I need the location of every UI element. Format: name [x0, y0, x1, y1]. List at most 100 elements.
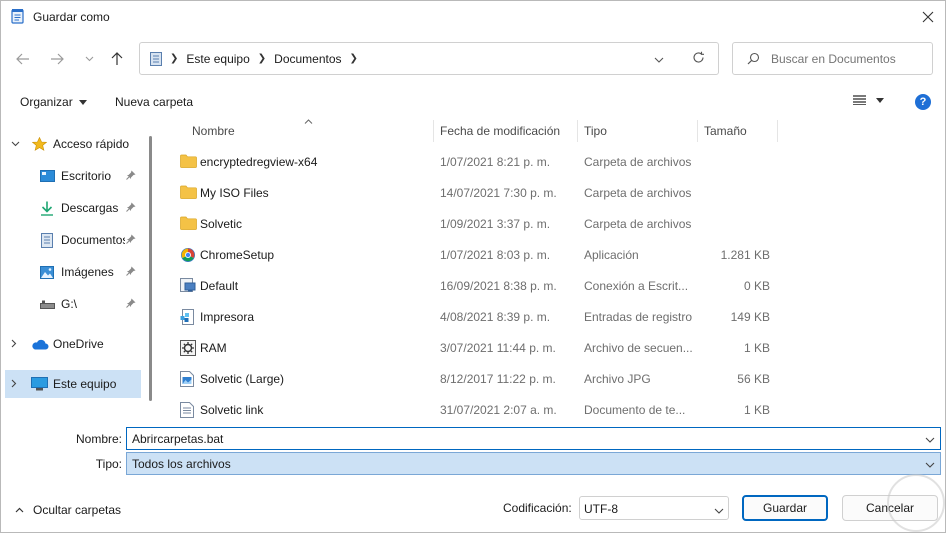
- file-name: Solvetic (Large): [200, 372, 285, 386]
- file-type-select[interactable]: Todos los archivos: [126, 452, 941, 475]
- file-name-field[interactable]: Abrircarpetas.bat: [126, 427, 941, 450]
- column-header-date[interactable]: Fecha de modificación: [440, 118, 560, 144]
- nav-item-escritorio[interactable]: Escritorio: [1, 162, 143, 190]
- chevron-down-icon[interactable]: [11, 139, 20, 149]
- file-type: Documento de te...: [584, 403, 686, 417]
- breadcrumb-chevron-icon[interactable]: ❯: [256, 53, 268, 64]
- breadcrumb: ❯ Este equipo ❯ Documentos ❯: [150, 43, 360, 74]
- help-button[interactable]: ?: [915, 94, 931, 110]
- file-row[interactable]: encryptedregview-x64 1/07/2021 8:21 p. m…: [173, 147, 945, 178]
- file-row[interactable]: ChromeSetup 1/07/2021 8:03 p. m. Aplicac…: [173, 240, 945, 271]
- pin-icon: [126, 234, 136, 247]
- chevron-down-icon[interactable]: [925, 457, 935, 471]
- encoding-select[interactable]: UTF-8: [579, 496, 729, 520]
- nav-pane-scrollbar[interactable]: [149, 136, 152, 401]
- recent-locations-button[interactable]: [78, 48, 100, 70]
- star-icon: [32, 137, 47, 151]
- file-row[interactable]: Solvetic link 31/07/2021 2:07 a. m. Docu…: [173, 395, 945, 426]
- folder-icon: [180, 185, 197, 201]
- search-box[interactable]: [732, 42, 933, 75]
- folder-icon: [180, 216, 197, 232]
- file-size: 0 KB: [743, 279, 770, 293]
- column-header-size[interactable]: Tamaño: [704, 118, 747, 144]
- breadcrumb-documentos[interactable]: Documentos: [268, 52, 347, 66]
- file-name: RAM: [200, 341, 227, 355]
- file-type: Carpeta de archivos: [584, 155, 692, 169]
- nav-item-imagenes[interactable]: Imágenes: [1, 258, 143, 286]
- file-row[interactable]: RAM 3/07/2021 11:44 p. m. Archivo de sec…: [173, 333, 945, 364]
- up-button[interactable]: [106, 48, 128, 70]
- chevron-down-icon[interactable]: [925, 432, 935, 446]
- file-type: Aplicación: [584, 248, 639, 262]
- chevron-right-icon[interactable]: [11, 339, 17, 350]
- forward-button[interactable]: [46, 48, 68, 70]
- caret-down-icon: [78, 99, 87, 105]
- pin-icon: [126, 298, 136, 311]
- sort-ascending-icon: [304, 116, 313, 126]
- file-type: Archivo de secuen...: [584, 341, 693, 355]
- file-row[interactable]: Solvetic (Large) 8/12/2017 11:22 p. m. A…: [173, 364, 945, 395]
- title-bar: Guardar como: [1, 1, 945, 32]
- file-type: Carpeta de archivos: [584, 217, 692, 231]
- nav-item-acceso-rapido[interactable]: Acceso rápido: [1, 130, 143, 158]
- desktop-icon: [40, 170, 55, 182]
- breadcrumb-chevron-icon[interactable]: ❯: [162, 53, 180, 64]
- nav-item-documentos[interactable]: Documentos: [1, 226, 143, 254]
- close-icon: [922, 11, 934, 23]
- file-row[interactable]: Impresora 4/08/2021 8:39 p. m. Entradas …: [173, 302, 945, 333]
- view-options-button[interactable]: [853, 95, 884, 105]
- file-type: Archivo JPG: [584, 372, 651, 386]
- nav-item-g-drive[interactable]: G:\: [1, 290, 143, 318]
- close-button[interactable]: [913, 4, 943, 30]
- file-size: 56 KB: [737, 372, 770, 386]
- file-type: Entradas de registro: [584, 310, 693, 324]
- text-file-icon: [180, 402, 197, 418]
- computer-icon: [31, 377, 48, 391]
- new-folder-label: Nueva carpeta: [115, 95, 194, 109]
- file-row[interactable]: Default 16/09/2021 8:38 p. m. Conexión a…: [173, 271, 945, 302]
- installer-icon: [180, 247, 197, 263]
- column-divider[interactable]: [697, 120, 698, 142]
- file-date: 1/07/2021 8:03 p. m.: [440, 248, 551, 262]
- column-header-name[interactable]: Nombre: [192, 118, 235, 144]
- file-row[interactable]: Solvetic 1/09/2021 3:37 p. m. Carpeta de…: [173, 209, 945, 240]
- column-divider[interactable]: [433, 120, 434, 142]
- registry-file-icon: [180, 309, 197, 325]
- arrow-right-icon: [51, 53, 64, 65]
- search-input[interactable]: [771, 49, 929, 69]
- folder-icon: [180, 154, 197, 170]
- column-divider[interactable]: [577, 120, 578, 142]
- chevron-right-icon[interactable]: [11, 379, 17, 390]
- navigation-pane: Acceso rápido Escritorio Descargas Docum…: [1, 120, 151, 420]
- dialog-title: Guardar como: [33, 10, 110, 24]
- chevron-up-icon: [15, 507, 24, 513]
- address-bar[interactable]: ❯ Este equipo ❯ Documentos ❯: [139, 42, 719, 75]
- column-divider[interactable]: [777, 120, 778, 142]
- back-button[interactable]: [12, 48, 34, 70]
- save-button[interactable]: Guardar: [742, 495, 828, 521]
- file-row[interactable]: My ISO Files 14/07/2021 7:30 p. m. Carpe…: [173, 178, 945, 209]
- refresh-button[interactable]: [692, 51, 705, 67]
- breadcrumb-este-equipo[interactable]: Este equipo: [180, 52, 255, 66]
- file-date: 1/09/2021 3:37 p. m.: [440, 217, 551, 231]
- address-history-button[interactable]: [654, 52, 664, 66]
- nav-item-onedrive[interactable]: OneDrive: [1, 330, 143, 358]
- cloud-icon: [31, 339, 49, 350]
- nav-item-descargas[interactable]: Descargas: [1, 194, 143, 222]
- pin-icon: [126, 202, 136, 215]
- new-folder-button[interactable]: Nueva carpeta: [115, 95, 193, 109]
- breadcrumb-chevron-icon[interactable]: ❯: [348, 53, 360, 64]
- file-date: 3/07/2021 11:44 p. m.: [440, 341, 556, 355]
- file-type-value: Todos los archivos: [132, 457, 231, 471]
- file-date: 1/07/2021 8:21 p. m.: [440, 155, 551, 169]
- list-view-icon: [853, 95, 866, 105]
- file-name: Solvetic: [200, 217, 243, 231]
- chevron-down-icon[interactable]: [714, 503, 724, 517]
- file-size: 149 KB: [730, 310, 770, 324]
- file-date: 4/08/2021 8:39 p. m.: [440, 310, 551, 324]
- nav-item-este-equipo[interactable]: Este equipo: [5, 370, 141, 398]
- organize-menu[interactable]: Organizar: [20, 95, 87, 109]
- hide-folders-toggle[interactable]: Ocultar carpetas: [15, 503, 121, 517]
- file-name-value[interactable]: Abrircarpetas.bat: [132, 432, 223, 446]
- column-header-type[interactable]: Tipo: [584, 118, 607, 144]
